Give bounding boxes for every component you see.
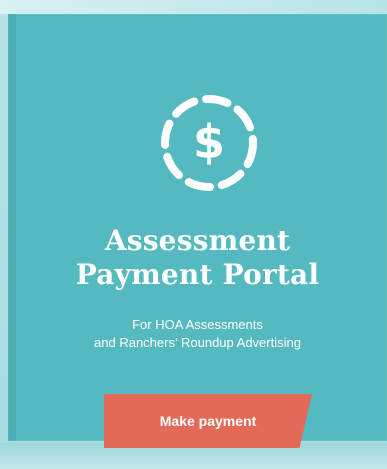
payment-portal-card: $ Assessment Payment Portal For HOA Asse… <box>8 14 387 448</box>
title-line-1: Assessment <box>104 224 291 257</box>
svg-text:$: $ <box>193 115 225 169</box>
subtitle-line-1: For HOA Assessments <box>132 317 263 332</box>
make-payment-button[interactable]: Make payment <box>104 394 312 448</box>
make-payment-button-label: Make payment <box>159 413 257 429</box>
dollar-circle-icon: $ <box>152 86 266 200</box>
page-title: Assessment Payment Portal <box>8 224 387 292</box>
subtitle-line-2: and Ranchers’ Roundup Advertising <box>94 335 301 350</box>
page-background-top <box>0 0 387 14</box>
title-line-2: Payment Portal <box>75 258 320 291</box>
page-subtitle: For HOA Assessments and Ranchers’ Roundu… <box>8 316 387 352</box>
